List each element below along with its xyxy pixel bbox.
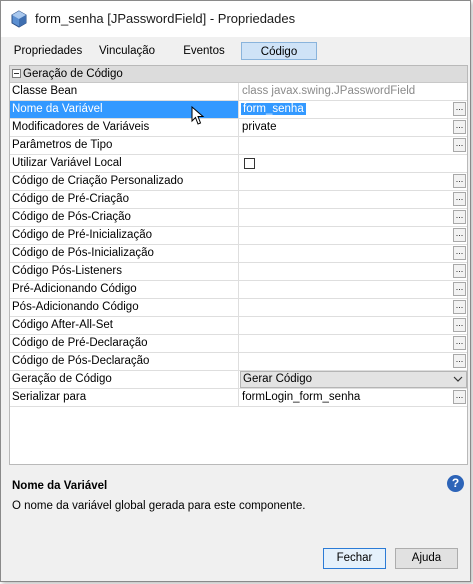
property-value[interactable] <box>240 191 452 208</box>
property-row-serializar[interactable]: Serializar para formLogin_form_senha ... <box>10 389 467 407</box>
property-name: Pré-Adicionando Código <box>10 281 239 298</box>
ellipsis-button[interactable]: ... <box>453 192 466 206</box>
ellipsis-button[interactable]: ... <box>453 246 466 260</box>
property-value-editor[interactable]: form_senha <box>240 101 452 118</box>
property-name: Serializar para <box>10 389 239 406</box>
property-value[interactable] <box>240 173 452 190</box>
property-row-pre-inicializacao[interactable]: Código de Pré-Inicialização ... <box>10 227 467 245</box>
netbeans-cube-icon <box>11 10 27 28</box>
local-variable-checkbox[interactable] <box>244 158 255 169</box>
description-title: Nome da Variável <box>12 480 108 492</box>
properties-dialog: form_senha [JPasswordField] - Propriedad… <box>0 0 471 582</box>
chevron-down-icon <box>453 376 463 382</box>
property-value[interactable] <box>240 245 452 262</box>
property-name: Pós-Adicionando Código <box>10 299 239 316</box>
property-name: Código de Pós-Declaração <box>10 353 239 370</box>
property-row-nome-variavel[interactable]: Nome da Variável form_senha ... <box>10 101 467 119</box>
help-button[interactable]: Ajuda <box>395 548 458 569</box>
property-row-classe-bean[interactable]: Classe Bean class javax.swing.JPasswordF… <box>10 83 467 101</box>
property-value[interactable] <box>240 353 452 370</box>
ellipsis-button[interactable]: ... <box>453 282 466 296</box>
property-row-modificadores[interactable]: Modificadores de Variáveis private ... <box>10 119 467 137</box>
property-value[interactable] <box>240 155 452 172</box>
property-row-parametros-tipo[interactable]: Parâmetros de Tipo ... <box>10 137 467 155</box>
property-name: Código de Pré-Inicialização <box>10 227 239 244</box>
property-name: Código de Pós-Inicialização <box>10 245 239 262</box>
property-name: Geração de Código <box>10 371 239 388</box>
tab-propriedades[interactable]: Propriedades <box>5 42 91 60</box>
property-value[interactable] <box>240 227 452 244</box>
property-row-pos-declaracao[interactable]: Código de Pós-Declaração ... <box>10 353 467 371</box>
ellipsis-button[interactable]: ... <box>453 318 466 332</box>
tab-bar: Propriedades Vinculação Eventos Código <box>1 41 470 61</box>
property-value[interactable] <box>240 299 452 316</box>
group-label: Geração de Código <box>23 68 123 80</box>
property-value[interactable] <box>240 137 452 154</box>
property-name: Código de Pré-Declaração <box>10 335 239 352</box>
property-sheet: Geração de Código Classe Bean class java… <box>9 65 468 465</box>
property-name: Classe Bean <box>10 83 239 100</box>
property-row-after-all-set[interactable]: Código After-All-Set ... <box>10 317 467 335</box>
collapse-icon[interactable] <box>12 69 21 78</box>
ellipsis-button[interactable]: ... <box>453 228 466 242</box>
property-row-geracao-codigo[interactable]: Geração de Código Gerar Código <box>10 371 467 389</box>
property-value[interactable] <box>240 209 452 226</box>
property-row-pre-criacao[interactable]: Código de Pré-Criação ... <box>10 191 467 209</box>
property-value[interactable]: private <box>240 119 452 136</box>
description-text: O nome da variável global gerada para es… <box>12 500 306 512</box>
property-name: Código de Criação Personalizado <box>10 173 239 190</box>
dropdown-selected-value: Gerar Código <box>243 373 313 385</box>
property-value[interactable]: Gerar Código <box>240 371 468 388</box>
code-generation-dropdown[interactable]: Gerar Código <box>240 371 467 388</box>
property-name: Utilizar Variável Local <box>10 155 239 172</box>
ellipsis-button[interactable]: ... <box>453 336 466 350</box>
ellipsis-button[interactable]: ... <box>453 120 466 134</box>
ellipsis-button[interactable]: ... <box>453 264 466 278</box>
ellipsis-button[interactable]: ... <box>453 102 466 116</box>
selected-value-text[interactable]: form_senha <box>241 103 306 115</box>
property-row-pre-adicionando[interactable]: Pré-Adicionando Código ... <box>10 281 467 299</box>
ellipsis-button[interactable]: ... <box>453 390 466 404</box>
property-value[interactable] <box>240 317 452 334</box>
tab-codigo[interactable]: Código <box>241 42 317 60</box>
description-panel: Nome da Variável O nome da variável glob… <box>9 467 468 527</box>
property-value[interactable] <box>240 281 452 298</box>
help-icon[interactable]: ? <box>447 475 464 492</box>
property-value[interactable] <box>240 263 452 280</box>
ellipsis-button[interactable]: ... <box>453 210 466 224</box>
title-bar: form_senha [JPasswordField] - Propriedad… <box>1 1 470 37</box>
property-value[interactable] <box>240 335 452 352</box>
property-name: Código After-All-Set <box>10 317 239 334</box>
ellipsis-button[interactable]: ... <box>453 138 466 152</box>
property-row-pre-declaracao[interactable]: Código de Pré-Declaração ... <box>10 335 467 353</box>
property-name: Código de Pós-Criação <box>10 209 239 226</box>
property-name: Parâmetros de Tipo <box>10 137 239 154</box>
ellipsis-button[interactable]: ... <box>453 354 466 368</box>
group-header[interactable]: Geração de Código <box>10 66 467 83</box>
property-name: Código Pós-Listeners <box>10 263 239 280</box>
property-value[interactable]: formLogin_form_senha <box>240 389 452 406</box>
property-row-pos-adicionando[interactable]: Pós-Adicionando Código ... <box>10 299 467 317</box>
property-row-criacao-personalizado[interactable]: Código de Criação Personalizado ... <box>10 173 467 191</box>
close-button[interactable]: Fechar <box>323 548 386 569</box>
mouse-cursor-icon <box>191 106 205 125</box>
tab-vinculacao[interactable]: Vinculação <box>91 42 163 60</box>
property-row-pos-inicializacao[interactable]: Código de Pós-Inicialização ... <box>10 245 467 263</box>
property-row-variavel-local[interactable]: Utilizar Variável Local <box>10 155 467 173</box>
property-row-pos-criacao[interactable]: Código de Pós-Criação ... <box>10 209 467 227</box>
ellipsis-button[interactable]: ... <box>453 300 466 314</box>
property-name: Código de Pré-Criação <box>10 191 239 208</box>
property-row-pos-listeners[interactable]: Código Pós-Listeners ... <box>10 263 467 281</box>
ellipsis-button[interactable]: ... <box>453 174 466 188</box>
window-title: form_senha [JPasswordField] - Propriedad… <box>35 11 296 26</box>
tab-eventos[interactable]: Eventos <box>165 42 243 60</box>
property-value: class javax.swing.JPasswordField <box>242 85 416 97</box>
